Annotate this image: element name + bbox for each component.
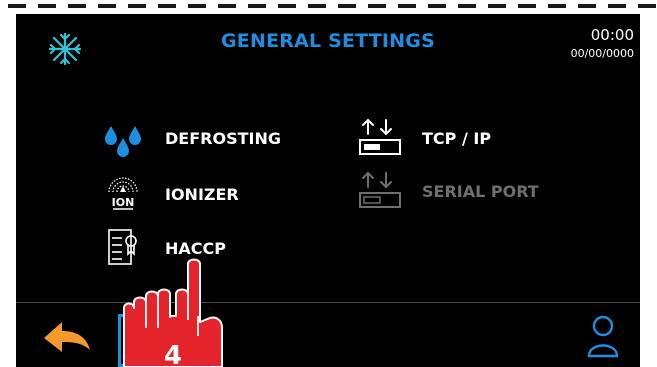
menu-item-tcp-ip[interactable]: TCP / IP xyxy=(356,116,491,160)
water-drops-icon xyxy=(99,116,147,160)
ionizer-icon: ION xyxy=(99,172,147,216)
menu-label-defrosting: DEFROSTING xyxy=(165,128,281,148)
dashed-border xyxy=(0,0,657,12)
menu-item-serial-port[interactable]: SERIAL PORT xyxy=(356,169,539,213)
clock: 00:00 00/00/0000 xyxy=(571,26,634,60)
tcp-ip-icon xyxy=(356,116,404,160)
pointing-hand-icon: 4 xyxy=(123,258,223,367)
step-number: 4 xyxy=(164,341,182,367)
user-icon[interactable] xyxy=(586,314,620,358)
footer-divider xyxy=(16,302,640,303)
device-screen: GENERAL SETTINGS 00:00 00/00/0000 DEFROS… xyxy=(16,14,640,367)
menu-label-haccp: HACCP xyxy=(165,238,226,258)
svg-text:ION: ION xyxy=(112,196,135,209)
serial-port-icon xyxy=(356,169,404,213)
menu-item-ionizer[interactable]: ION IONIZER xyxy=(99,172,239,216)
menu-label-serial-port: SERIAL PORT xyxy=(422,181,539,201)
menu-label-tcp-ip: TCP / IP xyxy=(422,128,492,148)
back-arrow-icon[interactable] xyxy=(42,316,92,356)
menu-item-defrosting[interactable]: DEFROSTING xyxy=(99,116,281,160)
page-title: GENERAL SETTINGS xyxy=(221,30,435,52)
menu-label-ionizer: IONIZER xyxy=(165,184,239,204)
clock-date: 00/00/0000 xyxy=(570,47,634,60)
clock-time: 00:00 xyxy=(590,26,634,44)
